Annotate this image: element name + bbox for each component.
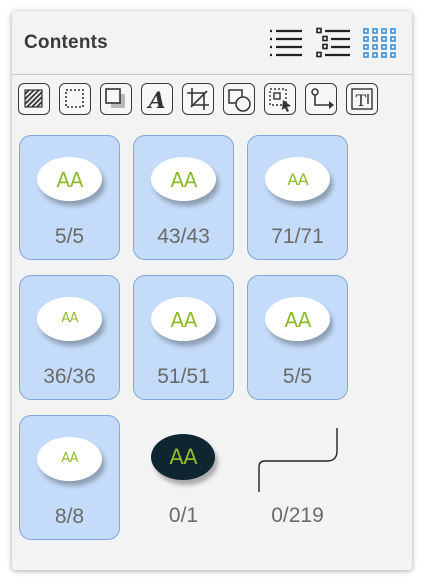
style-item[interactable]: AA 36/36 [19, 275, 120, 400]
swatch-glyph: AA [56, 168, 84, 192]
line-style-swatch [258, 428, 338, 492]
style-item[interactable]: AA 8/8 [19, 415, 120, 540]
swatch-glyph: AA [61, 311, 78, 326]
item-count: 5/5 [54, 225, 85, 248]
swatch-glyph: AA [170, 168, 198, 192]
stroke-filter-button[interactable] [59, 83, 91, 115]
text-style-swatch: AA [151, 297, 216, 341]
group-filter-button[interactable] [264, 83, 296, 115]
style-item[interactable]: AA 5/5 [247, 275, 348, 400]
grid-view-icon [363, 28, 396, 58]
text-filter-button[interactable]: T [346, 83, 378, 115]
fill-icon [24, 89, 43, 108]
item-count: 51/51 [157, 365, 210, 388]
text-box-icon: T [351, 88, 373, 110]
text-style-swatch: AA [37, 297, 102, 341]
list-view-button[interactable] [266, 27, 304, 61]
swatch-glyph: AA [284, 308, 312, 332]
font-filter-button[interactable]: A [141, 83, 173, 115]
text-style-swatch: AA [37, 437, 102, 481]
grid-view-button[interactable] [362, 27, 400, 61]
style-item[interactable]: AA 0/1 [133, 415, 234, 540]
text-style-swatch: AA [37, 157, 102, 201]
shapes-icon [228, 89, 251, 112]
text-style-swatch: AA [151, 434, 215, 480]
selection-rect-icon [65, 89, 84, 108]
line-filter-button[interactable] [305, 83, 337, 115]
shadow-filter-button[interactable] [100, 83, 132, 115]
header-divider [12, 74, 412, 75]
panel-title: Contents [24, 32, 108, 53]
shape-filter-button[interactable] [223, 83, 255, 115]
geometry-filter-button[interactable] [182, 83, 214, 115]
fill-filter-button[interactable] [18, 83, 50, 115]
item-count: 43/43 [157, 225, 210, 248]
list-view-icon [270, 29, 302, 57]
swatch-glyph: AA [169, 445, 197, 469]
swatch-glyph: AA [170, 308, 198, 332]
text-style-swatch: AA [151, 157, 216, 201]
connector-icon [311, 88, 334, 109]
outline-view-icon [316, 27, 350, 58]
item-count: 5/5 [282, 365, 313, 388]
item-count: 8/8 [54, 505, 85, 528]
style-item[interactable]: AA 71/71 [247, 135, 348, 260]
shadow-square-icon [105, 88, 125, 108]
style-item[interactable]: AA 5/5 [19, 135, 120, 260]
svg-text:A: A [146, 88, 165, 114]
group-select-icon [269, 88, 291, 112]
swatch-glyph: AA [61, 451, 78, 466]
crop-icon [187, 88, 209, 110]
outline-view-button[interactable] [314, 27, 352, 61]
text-style-swatch: AA [265, 157, 330, 201]
style-item[interactable]: AA 51/51 [133, 275, 234, 400]
text-style-icon: A [146, 88, 165, 114]
item-count: 36/36 [43, 365, 96, 388]
text-style-swatch: AA [265, 297, 330, 341]
item-count: 0/1 [168, 504, 199, 527]
item-count: 0/219 [271, 504, 324, 527]
contents-panel: Contents A T AA 5/5 AA 43/43 AA 71/71 AA… [12, 11, 412, 570]
style-item[interactable]: AA 43/43 [133, 135, 234, 260]
panel-header: Contents [12, 11, 412, 74]
swatch-glyph: AA [287, 170, 308, 189]
line-style-item[interactable]: 0/219 [247, 415, 348, 540]
svg-text:T: T [356, 91, 367, 110]
item-count: 71/71 [271, 225, 324, 248]
